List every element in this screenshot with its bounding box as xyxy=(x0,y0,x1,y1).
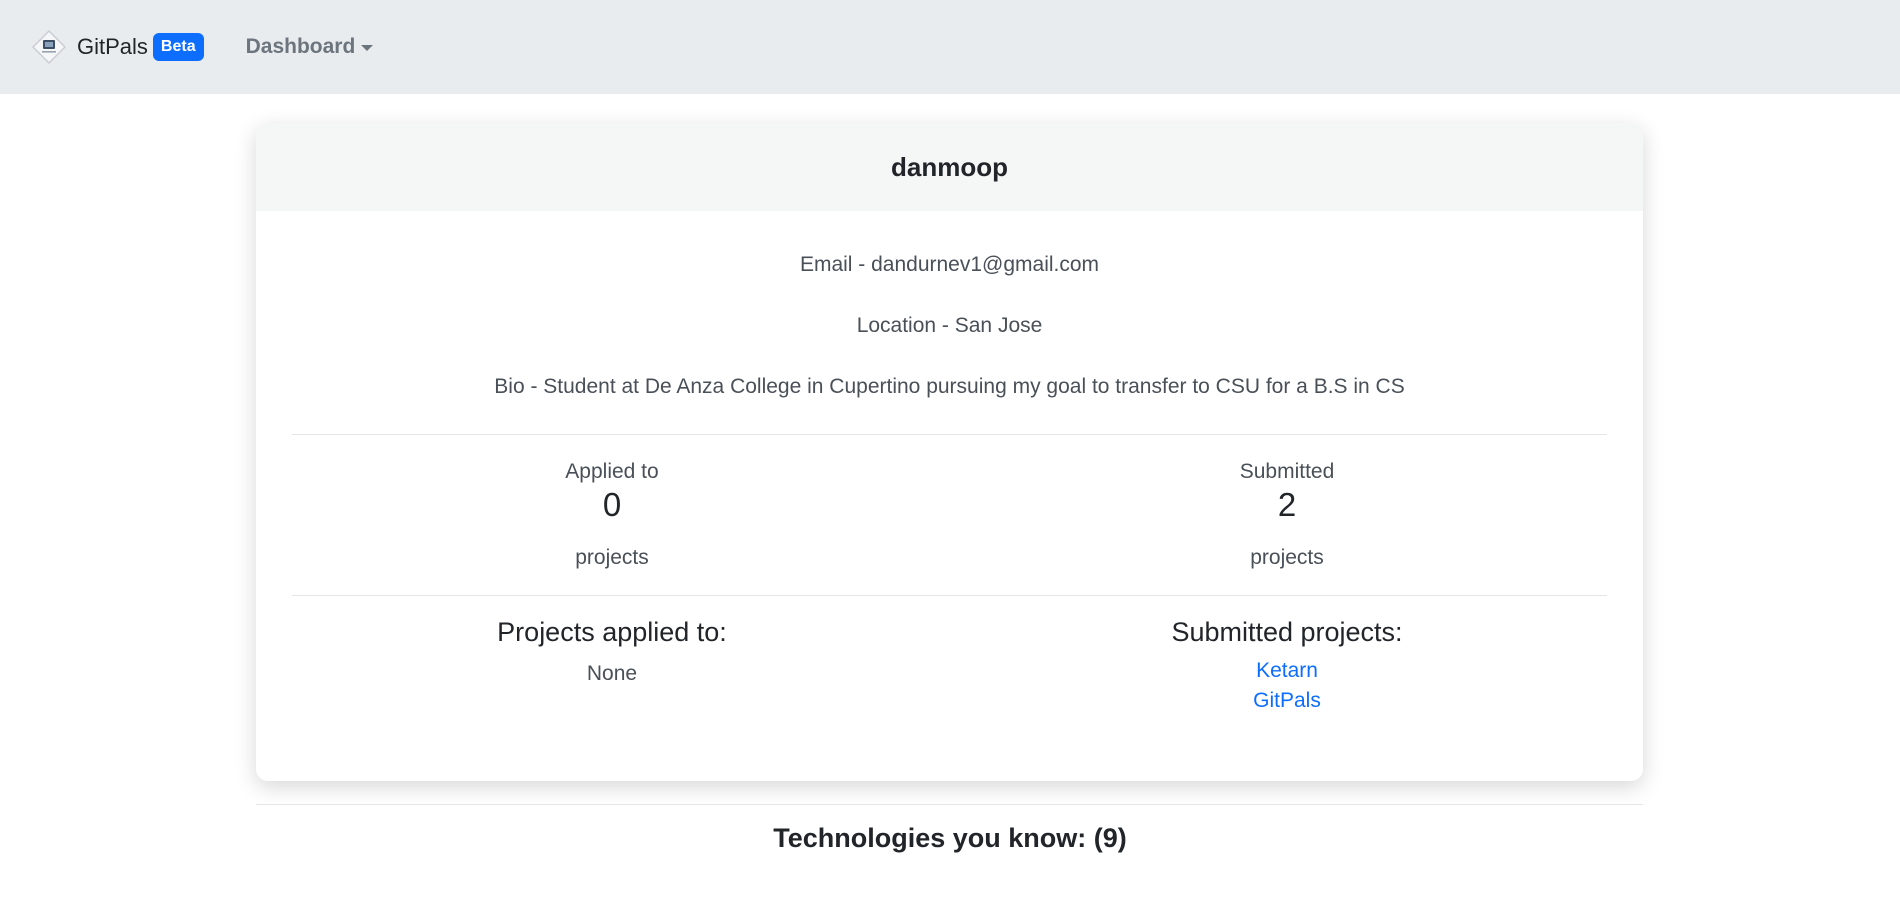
applied-stat: Applied to 0 projects xyxy=(462,460,762,570)
applied-stat-count: 0 xyxy=(602,486,622,523)
divider xyxy=(256,804,1643,805)
submitted-stat-label: Submitted xyxy=(1239,460,1335,483)
applied-projects-empty: None xyxy=(586,662,638,685)
gitpals-logo-icon xyxy=(32,30,66,64)
submitted-projects-title: Submitted projects: xyxy=(1171,617,1403,647)
top-navbar: GitPals Beta Dashboard xyxy=(0,0,1900,94)
applied-stat-unit: projects xyxy=(575,546,649,569)
divider xyxy=(292,595,1607,596)
brand-name: GitPals xyxy=(77,34,148,59)
submitted-stat-count: 2 xyxy=(1277,486,1297,523)
applied-projects-section: Projects applied to: None xyxy=(412,617,812,686)
profile-bio: Bio - Student at De Anza College in Cupe… xyxy=(494,375,1405,398)
applied-stat-label: Applied to xyxy=(565,460,659,483)
beta-badge: Beta xyxy=(152,33,204,61)
applied-projects-title: Projects applied to: xyxy=(497,617,727,647)
divider xyxy=(292,434,1607,435)
brand-link[interactable]: GitPals Beta xyxy=(32,30,204,64)
dashboard-dropdown-label: Dashboard xyxy=(245,35,356,58)
profile-username: danmoop xyxy=(256,123,1643,211)
caret-down-icon xyxy=(361,45,374,51)
submitted-projects-section: Submitted projects: Ketarn GitPals xyxy=(1087,617,1487,716)
dashboard-dropdown[interactable]: Dashboard xyxy=(246,35,374,59)
profile-email: Email - dandurnev1@gmail.com xyxy=(799,253,1100,276)
project-link-ketarn[interactable]: Ketarn xyxy=(1087,656,1487,686)
submitted-projects-list: Ketarn GitPals xyxy=(1087,656,1487,716)
submitted-stat-unit: projects xyxy=(1250,546,1324,569)
project-link-gitpals[interactable]: GitPals xyxy=(1087,686,1487,716)
profile-card: danmoop Email - dandurnev1@gmail.com Loc… xyxy=(256,123,1643,781)
profile-location: Location - San Jose xyxy=(856,314,1043,337)
submitted-stat: Submitted 2 projects xyxy=(1137,460,1437,570)
technologies-heading: Technologies you know: (9) xyxy=(773,823,1127,853)
